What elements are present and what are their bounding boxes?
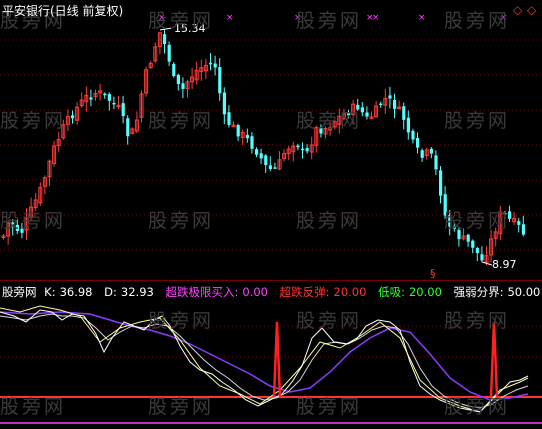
legend-oversold-buy: 超跌极限买入: 0.00 — [165, 285, 268, 299]
candle-body — [250, 136, 254, 149]
chart-title: 平安银行(日线 前复权) — [2, 4, 124, 18]
signal-marker-x: × — [158, 13, 166, 23]
oversold-rebound-spike — [489, 321, 499, 398]
signal-marker-x: × — [418, 13, 426, 23]
candle-body — [503, 212, 507, 215]
candle-body — [517, 221, 521, 225]
signal-marker-x: × — [372, 13, 380, 23]
legend-oversold-rebound: 超跌反弹: 20.00 — [279, 285, 367, 299]
candle-body — [406, 117, 410, 133]
candle-body — [255, 149, 259, 155]
candle-body — [402, 106, 406, 120]
candle-body — [209, 62, 213, 65]
candle-body — [452, 226, 456, 229]
candle-body — [411, 130, 415, 140]
candle-body — [439, 170, 443, 196]
candle-body — [480, 254, 484, 261]
strength-line — [0, 311, 529, 401]
candle-body — [213, 63, 217, 68]
candle-body — [466, 234, 470, 242]
candle-body — [236, 125, 240, 137]
diamond-icon[interactable]: ◇ — [513, 3, 522, 17]
price-chart-panel[interactable]: × × × × × × × 15.34 8.97 § — [0, 0, 542, 280]
candle-body — [245, 134, 249, 139]
candle-body — [443, 194, 447, 216]
candle-body — [89, 97, 93, 100]
candle-body — [218, 67, 222, 94]
indicator-name: 股旁网 — [2, 285, 37, 299]
candle-body — [420, 150, 424, 158]
candle-body — [71, 115, 75, 119]
high-price-pointer — [159, 27, 173, 31]
candle-body — [319, 128, 323, 134]
signal-marker-x: × — [226, 13, 234, 23]
candle-body — [107, 94, 111, 101]
signal-marker-x: × — [294, 13, 302, 23]
candle-body — [448, 215, 452, 227]
oversold-rebound-spike — [272, 321, 282, 398]
candle-body — [126, 118, 130, 137]
candle-body — [103, 93, 107, 96]
legend-low-buy: 低吸: 20.00 — [378, 285, 442, 299]
high-price-label: 15.34 — [174, 22, 206, 35]
candle-body — [457, 229, 461, 240]
candle-body — [172, 63, 176, 77]
candlestick-chart[interactable]: × × × ×× × ×15.348.97§ — [0, 0, 542, 280]
low-price-label: 8.97 — [492, 258, 517, 271]
d-line — [0, 313, 529, 409]
candle-body — [121, 103, 125, 117]
candle-body — [393, 100, 397, 109]
candle-body — [259, 153, 263, 159]
candle-body — [365, 112, 369, 117]
candle-body — [176, 74, 180, 85]
candle-body — [163, 34, 167, 45]
candle-body — [356, 104, 360, 110]
candle-body — [273, 167, 277, 169]
candle-body — [11, 222, 15, 228]
candle-body — [264, 155, 268, 166]
candle-body — [301, 148, 305, 151]
candle-body — [268, 165, 272, 170]
candle-body — [360, 107, 364, 113]
candle-body — [521, 224, 525, 235]
signal-marker-x: × — [500, 13, 508, 23]
candle-body — [471, 240, 475, 248]
candle-body — [434, 155, 438, 170]
legend-k: K: 36.98 — [44, 285, 93, 299]
signal-marker: § — [430, 267, 436, 280]
candle-body — [416, 137, 420, 148]
candle-body — [388, 95, 392, 99]
diamond-icon[interactable]: ◇ — [527, 3, 536, 17]
candle-body — [305, 148, 309, 152]
candle-body — [508, 211, 512, 219]
legend-strength-divider: 强弱分界: 50.00 — [453, 285, 541, 299]
candle-body — [475, 248, 479, 254]
legend-d: D: 32.93 — [104, 285, 154, 299]
candle-body — [347, 112, 351, 116]
candle-body — [167, 44, 171, 62]
indicator-legend: 股旁网 K: 36.98 D: 32.93 超跌极限买入: 0.00 超跌反弹: 20.… — [2, 284, 542, 300]
candle-body — [20, 228, 24, 233]
panel-divider — [0, 280, 542, 281]
candle-body — [227, 112, 231, 125]
candle-body — [181, 83, 185, 89]
candle-body — [112, 102, 116, 105]
candle-body — [15, 224, 19, 231]
candle-body — [296, 145, 300, 148]
candle-body — [429, 148, 433, 154]
candle-body — [222, 92, 226, 115]
candle-body — [379, 103, 383, 106]
indicator-panel[interactable] — [0, 282, 542, 425]
kd-indicator-chart[interactable] — [0, 282, 542, 425]
